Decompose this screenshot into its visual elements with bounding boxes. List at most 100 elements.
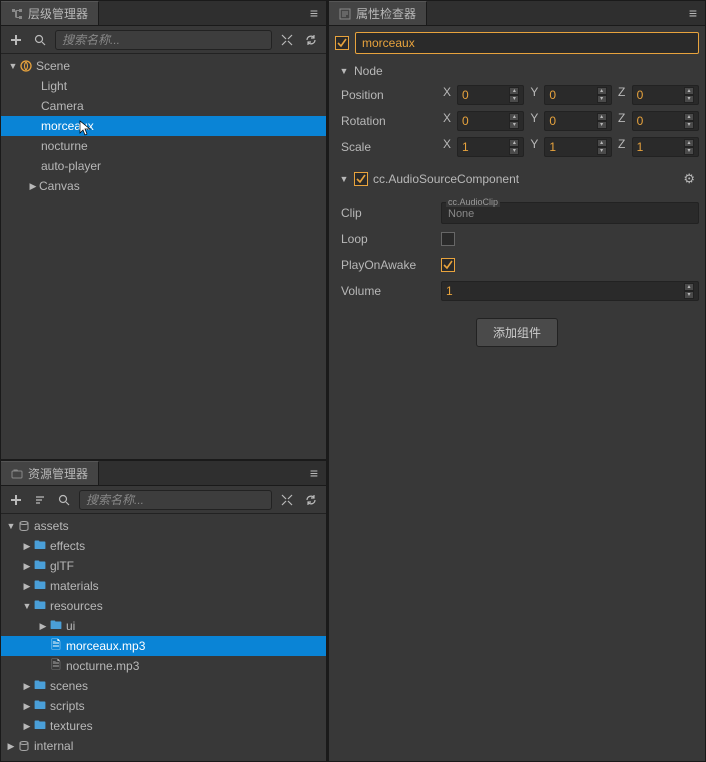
file-item-selected[interactable]: 🗎morceaux.mp3 bbox=[1, 636, 326, 656]
spinner-icon[interactable]: ▴▾ bbox=[597, 113, 607, 129]
expand-icon[interactable]: ▶ bbox=[21, 581, 33, 592]
search-icon[interactable] bbox=[55, 491, 73, 509]
folder-ui[interactable]: ▶🖿ui bbox=[1, 616, 326, 636]
add-component-button[interactable]: 添加组件 bbox=[476, 318, 558, 347]
clip-input[interactable]: cc.AudioClip None bbox=[441, 202, 699, 224]
expand-icon[interactable]: ▼ bbox=[21, 601, 33, 611]
tree-node[interactable]: nocturne bbox=[1, 136, 326, 156]
tree-node[interactable]: Light bbox=[1, 76, 326, 96]
internal-root[interactable]: ▶internal bbox=[1, 736, 326, 756]
rotation-x-input[interactable]: 0▴▾ bbox=[457, 111, 524, 131]
hierarchy-tree: ▼ Scene Light Camera morceaux bbox=[1, 54, 326, 459]
sort-icon[interactable] bbox=[31, 491, 49, 509]
add-node-button[interactable] bbox=[7, 31, 25, 49]
tree-node[interactable]: Camera bbox=[1, 96, 326, 116]
assets-panel: 资源管理器 ≡ ▼ bbox=[0, 460, 327, 762]
folder-resources[interactable]: ▼🖿resources bbox=[1, 596, 326, 616]
hierarchy-panel: 层级管理器 ≡ ▼ bbox=[0, 0, 327, 460]
folder-item[interactable]: ▶🖿scenes bbox=[1, 676, 326, 696]
hierarchy-icon bbox=[11, 8, 23, 20]
node-name-input[interactable] bbox=[355, 32, 699, 54]
position-row: Position X 0▴▾ Y 0▴▾ Z 0▴▾ bbox=[335, 82, 699, 108]
tree-node-selected[interactable]: morceaux bbox=[1, 116, 326, 136]
spinner-icon[interactable]: ▴▾ bbox=[684, 139, 694, 155]
inspector-tab[interactable]: 属性检查器 bbox=[329, 1, 427, 25]
expand-icon[interactable]: ▶ bbox=[21, 701, 33, 712]
spinner-icon[interactable]: ▴▾ bbox=[509, 139, 519, 155]
assets-title: 资源管理器 bbox=[28, 465, 88, 482]
assets-search-input[interactable] bbox=[79, 490, 272, 510]
refresh-icon[interactable] bbox=[302, 491, 320, 509]
position-y-input[interactable]: 0▴▾ bbox=[544, 85, 611, 105]
assets-tab[interactable]: 资源管理器 bbox=[1, 461, 99, 485]
position-z-input[interactable]: 0▴▾ bbox=[632, 85, 699, 105]
node-section-header[interactable]: ▼ Node bbox=[335, 60, 699, 82]
spinner-icon[interactable]: ▴▾ bbox=[684, 283, 694, 299]
tree-node[interactable]: ▶ Canvas bbox=[1, 176, 326, 196]
expand-icon[interactable]: ▶ bbox=[21, 721, 33, 732]
expand-icon[interactable]: ▶ bbox=[27, 181, 39, 192]
search-icon[interactable] bbox=[31, 31, 49, 49]
spinner-icon[interactable]: ▴▾ bbox=[684, 87, 694, 103]
rotation-label: Rotation bbox=[341, 114, 441, 128]
hierarchy-header: 层级管理器 ≡ bbox=[1, 1, 326, 26]
scene-root[interactable]: ▼ Scene bbox=[1, 56, 326, 76]
scale-y-input[interactable]: 1▴▾ bbox=[544, 137, 611, 157]
hierarchy-search-input[interactable] bbox=[55, 30, 272, 50]
inspector-menu-icon[interactable]: ≡ bbox=[681, 5, 705, 21]
folder-label: ui bbox=[66, 619, 75, 633]
folder-label: scenes bbox=[50, 679, 88, 693]
component-enabled-checkbox[interactable] bbox=[354, 172, 368, 186]
folder-item[interactable]: ▶🖿scripts bbox=[1, 696, 326, 716]
node-enabled-checkbox[interactable] bbox=[335, 36, 349, 50]
folder-item[interactable]: ▶🖿glTF bbox=[1, 556, 326, 576]
add-asset-button[interactable] bbox=[7, 491, 25, 509]
expand-icon[interactable]: ▼ bbox=[339, 66, 349, 76]
volume-input[interactable]: 1 ▴▾ bbox=[441, 281, 699, 301]
expand-icon[interactable]: ▼ bbox=[5, 521, 17, 531]
expand-icon[interactable]: ▶ bbox=[37, 621, 49, 632]
rotation-y-input[interactable]: 0▴▾ bbox=[544, 111, 611, 131]
folder-item[interactable]: ▶🖿textures bbox=[1, 716, 326, 736]
folder-label: effects bbox=[50, 539, 85, 553]
hierarchy-tab[interactable]: 层级管理器 bbox=[1, 1, 99, 25]
expand-icon[interactable]: ▼ bbox=[339, 174, 349, 184]
expand-icon[interactable]: ▶ bbox=[5, 741, 17, 752]
assets-root[interactable]: ▼ assets bbox=[1, 516, 326, 536]
hierarchy-title: 层级管理器 bbox=[28, 5, 88, 22]
refresh-icon[interactable] bbox=[302, 31, 320, 49]
spinner-icon[interactable]: ▴▾ bbox=[597, 139, 607, 155]
folder-item[interactable]: ▶🖿effects bbox=[1, 536, 326, 556]
loop-row: Loop bbox=[335, 226, 699, 252]
expand-icon[interactable]: ▶ bbox=[21, 561, 33, 572]
expand-icon[interactable]: ▶ bbox=[21, 681, 33, 692]
spinner-icon[interactable]: ▴▾ bbox=[509, 87, 519, 103]
folder-label: materials bbox=[50, 579, 99, 593]
loop-checkbox[interactable] bbox=[441, 232, 455, 246]
collapse-icon[interactable] bbox=[278, 31, 296, 49]
scale-x-input[interactable]: 1▴▾ bbox=[457, 137, 524, 157]
collapse-icon[interactable] bbox=[278, 491, 296, 509]
rotation-z-input[interactable]: 0▴▾ bbox=[632, 111, 699, 131]
spinner-icon[interactable]: ▴▾ bbox=[684, 113, 694, 129]
expand-icon[interactable]: ▼ bbox=[7, 61, 19, 71]
hierarchy-menu-icon[interactable]: ≡ bbox=[302, 5, 326, 21]
play-awake-checkbox[interactable] bbox=[441, 258, 455, 272]
assets-menu-icon[interactable]: ≡ bbox=[302, 465, 326, 481]
expand-icon[interactable]: ▶ bbox=[21, 541, 33, 552]
inspector-panel: 属性检查器 ≡ ▼ Node Position X 0▴▾ Y bbox=[328, 0, 706, 762]
tree-node[interactable]: auto-player bbox=[1, 156, 326, 176]
position-x-input[interactable]: 0▴▾ bbox=[457, 85, 524, 105]
spinner-icon[interactable]: ▴▾ bbox=[597, 87, 607, 103]
folder-item[interactable]: ▶🖿materials bbox=[1, 576, 326, 596]
folder-label: textures bbox=[50, 719, 93, 733]
folder-label: glTF bbox=[50, 559, 74, 573]
spinner-icon[interactable]: ▴▾ bbox=[509, 113, 519, 129]
clip-value: None bbox=[448, 208, 474, 220]
z-label: Z bbox=[616, 85, 628, 105]
scale-z-input[interactable]: 1▴▾ bbox=[632, 137, 699, 157]
folder-label: assets bbox=[34, 519, 69, 533]
component-header[interactable]: ▼ cc.AudioSourceComponent ⚙ bbox=[335, 168, 699, 190]
gear-icon[interactable]: ⚙ bbox=[683, 171, 695, 187]
file-item[interactable]: 🗎nocturne.mp3 bbox=[1, 656, 326, 676]
